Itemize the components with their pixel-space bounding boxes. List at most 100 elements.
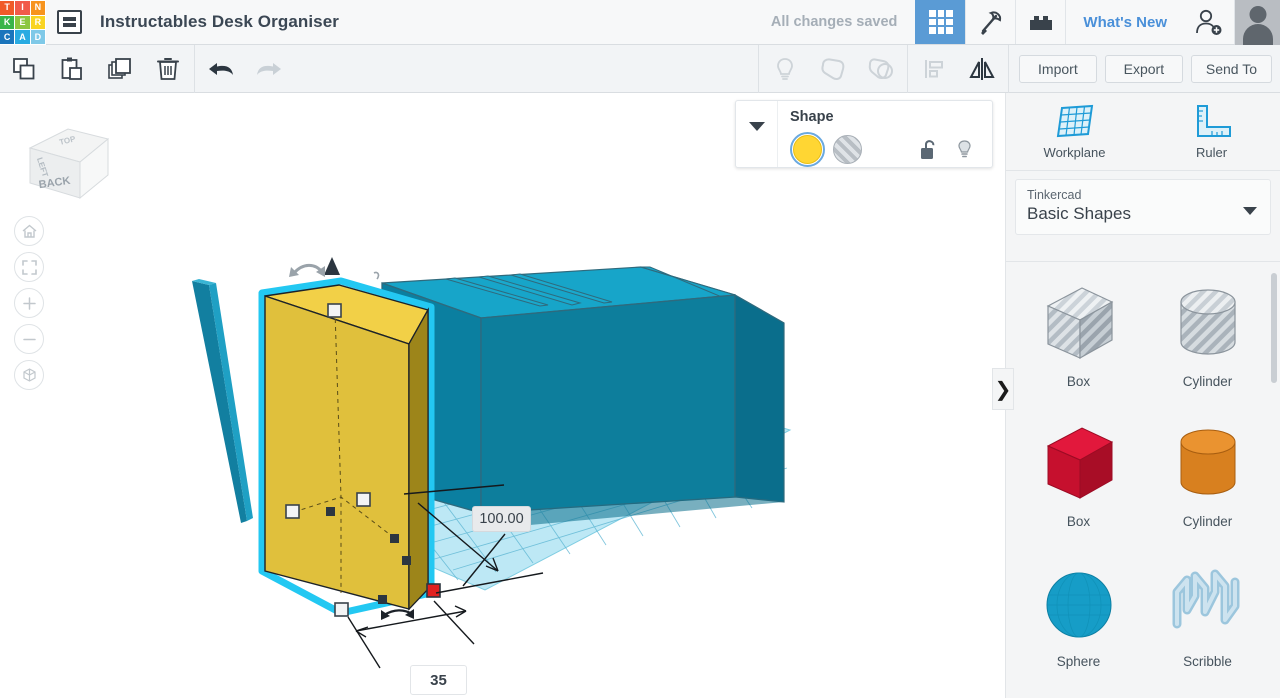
add-person-icon	[1196, 9, 1222, 35]
shape-library-grid: Box Cylinder Box Cylinder Sphere Scribbl…	[1006, 261, 1280, 698]
solid-swatch-button[interactable]	[790, 132, 825, 167]
shape-panel-collapse-button[interactable]	[736, 101, 778, 167]
sidebar-collapse-handle[interactable]: ❯	[992, 368, 1014, 410]
paste-icon	[61, 57, 82, 80]
fit-to-view-button[interactable]	[14, 252, 44, 282]
shape-item-box-hole[interactable]: Box	[1014, 276, 1143, 416]
page-title: Instructables Desk Organiser	[100, 12, 340, 31]
redo-arrow-icon	[257, 62, 281, 75]
clipboard-tools	[0, 45, 192, 92]
handle-bottom-left	[334, 602, 349, 617]
lightbulb-icon	[776, 57, 793, 80]
logo-tile-5: R	[30, 15, 45, 30]
history-tools	[197, 45, 293, 92]
edit-toolbar: Import Export Send To	[0, 44, 1280, 93]
undo-arrow-icon	[209, 62, 233, 75]
undo-button[interactable]	[197, 45, 245, 93]
document-list-button[interactable]	[46, 0, 92, 44]
box-hole-icon	[1046, 287, 1113, 360]
width-dimension-label[interactable]: 35	[410, 665, 467, 695]
shape-item-box-solid[interactable]: Box	[1014, 416, 1143, 556]
group-button[interactable]	[809, 45, 857, 93]
cube-perspective-icon	[22, 367, 36, 382]
send-to-button[interactable]: Send To	[1190, 54, 1272, 83]
grid-view-icon	[928, 10, 953, 34]
logo-tile-0: T	[0, 1, 15, 15]
workplane-icon	[1056, 104, 1093, 138]
tinkercad-logo[interactable]: T I N K E R C A D	[0, 0, 46, 45]
redo-button[interactable]	[245, 45, 293, 93]
mirror-icon	[969, 57, 995, 80]
shape-properties-panel: Shape	[735, 100, 993, 168]
shape-item-cylinder-solid[interactable]: Cylinder	[1143, 416, 1272, 556]
zoom-out-button[interactable]	[14, 324, 44, 354]
delete-button[interactable]	[144, 45, 192, 93]
shape-label: Cylinder	[1182, 514, 1233, 529]
home-icon	[22, 224, 36, 238]
invite-people-button[interactable]	[1184, 0, 1234, 44]
tab-3d-design[interactable]	[915, 0, 966, 44]
shape-library-owner: Tinkercad	[1027, 188, 1082, 202]
shape-item-cylinder-hole[interactable]: Cylinder	[1143, 276, 1272, 416]
logo-tile-7: A	[15, 30, 30, 44]
paste-button[interactable]	[48, 45, 96, 93]
user-avatar-button[interactable]	[1234, 0, 1280, 45]
shape-panel-controls	[790, 132, 980, 167]
depth-dimension-label[interactable]: 100.00	[472, 506, 531, 532]
3d-scene	[192, 257, 792, 669]
height-cone-handle	[324, 257, 340, 275]
logo-tile-1: I	[15, 1, 30, 15]
shape-item-sphere[interactable]: Sphere	[1014, 556, 1143, 696]
mirror-button[interactable]	[958, 45, 1006, 93]
logo-tile-4: E	[15, 15, 30, 30]
tab-blocks[interactable]	[1015, 0, 1065, 44]
duplicate-button[interactable]	[96, 45, 144, 93]
shape-library-selector[interactable]: Tinkercad Basic Shapes	[1015, 179, 1271, 235]
sidebar-tool-workplane[interactable]: Workplane	[1006, 93, 1143, 170]
unlocked-padlock-icon[interactable]	[919, 139, 938, 161]
shape-item-scribble[interactable]: Scribble	[1143, 556, 1272, 696]
copy-icon	[13, 57, 35, 79]
export-button[interactable]: Export	[1104, 54, 1183, 83]
ungroup-button[interactable]	[857, 45, 905, 93]
shape-panel-icons	[919, 139, 980, 161]
sidebar-tool-label-ruler: Ruler	[1195, 145, 1228, 160]
toolbar-divider-3	[906, 44, 908, 93]
3d-viewport[interactable]: 100.00 35 BACK LEFT TOP	[0, 93, 1005, 698]
save-status: All changes saved	[770, 14, 898, 30]
copy-button[interactable]	[0, 45, 48, 93]
whats-new-link[interactable]: What's New	[1065, 0, 1184, 44]
cylinder-hole-icon	[1179, 289, 1236, 355]
lightbulb-icon[interactable]	[955, 139, 974, 161]
right-sidebar: Workplane Ruler Tinkercad Basic Shapes B…	[1005, 93, 1280, 698]
shape-library-name: Basic Shapes	[1027, 204, 1131, 223]
shape-label: Scribble	[1183, 654, 1232, 669]
hole-swatch-button[interactable]	[833, 135, 862, 164]
align-button[interactable]	[910, 45, 958, 93]
align-icon	[924, 59, 943, 78]
view-cube[interactable]: BACK LEFT TOP	[8, 113, 112, 205]
shape-library-selector-wrap: Tinkercad Basic Shapes	[1006, 171, 1280, 241]
ungroup-icon	[868, 57, 893, 79]
sidebar-scrollbar[interactable]	[1271, 273, 1277, 383]
toolbar-divider-2	[757, 44, 759, 93]
handle-left	[285, 504, 300, 519]
import-button[interactable]: Import	[1018, 54, 1097, 83]
sidebar-tool-ruler[interactable]: Ruler	[1143, 93, 1280, 170]
box-red-icon	[1046, 427, 1113, 499]
perspective-toggle-button[interactable]	[14, 360, 44, 390]
header-spacer	[339, 0, 771, 44]
shape-label: Cylinder	[1182, 374, 1233, 389]
handle-center	[356, 492, 371, 507]
light-button[interactable]	[761, 45, 809, 93]
tab-codeblocks[interactable]	[965, 0, 1015, 44]
caret-down-icon	[748, 122, 765, 131]
home-view-button[interactable]	[14, 216, 44, 246]
cylinder-orange-icon	[1180, 429, 1235, 495]
trash-icon	[157, 57, 179, 80]
handle-small-3	[402, 556, 411, 565]
logo-tile-2: N	[30, 1, 45, 15]
logo-tile-6: C	[0, 30, 15, 44]
zoom-in-button[interactable]	[14, 288, 44, 318]
logo-tile-8: D	[30, 30, 45, 44]
